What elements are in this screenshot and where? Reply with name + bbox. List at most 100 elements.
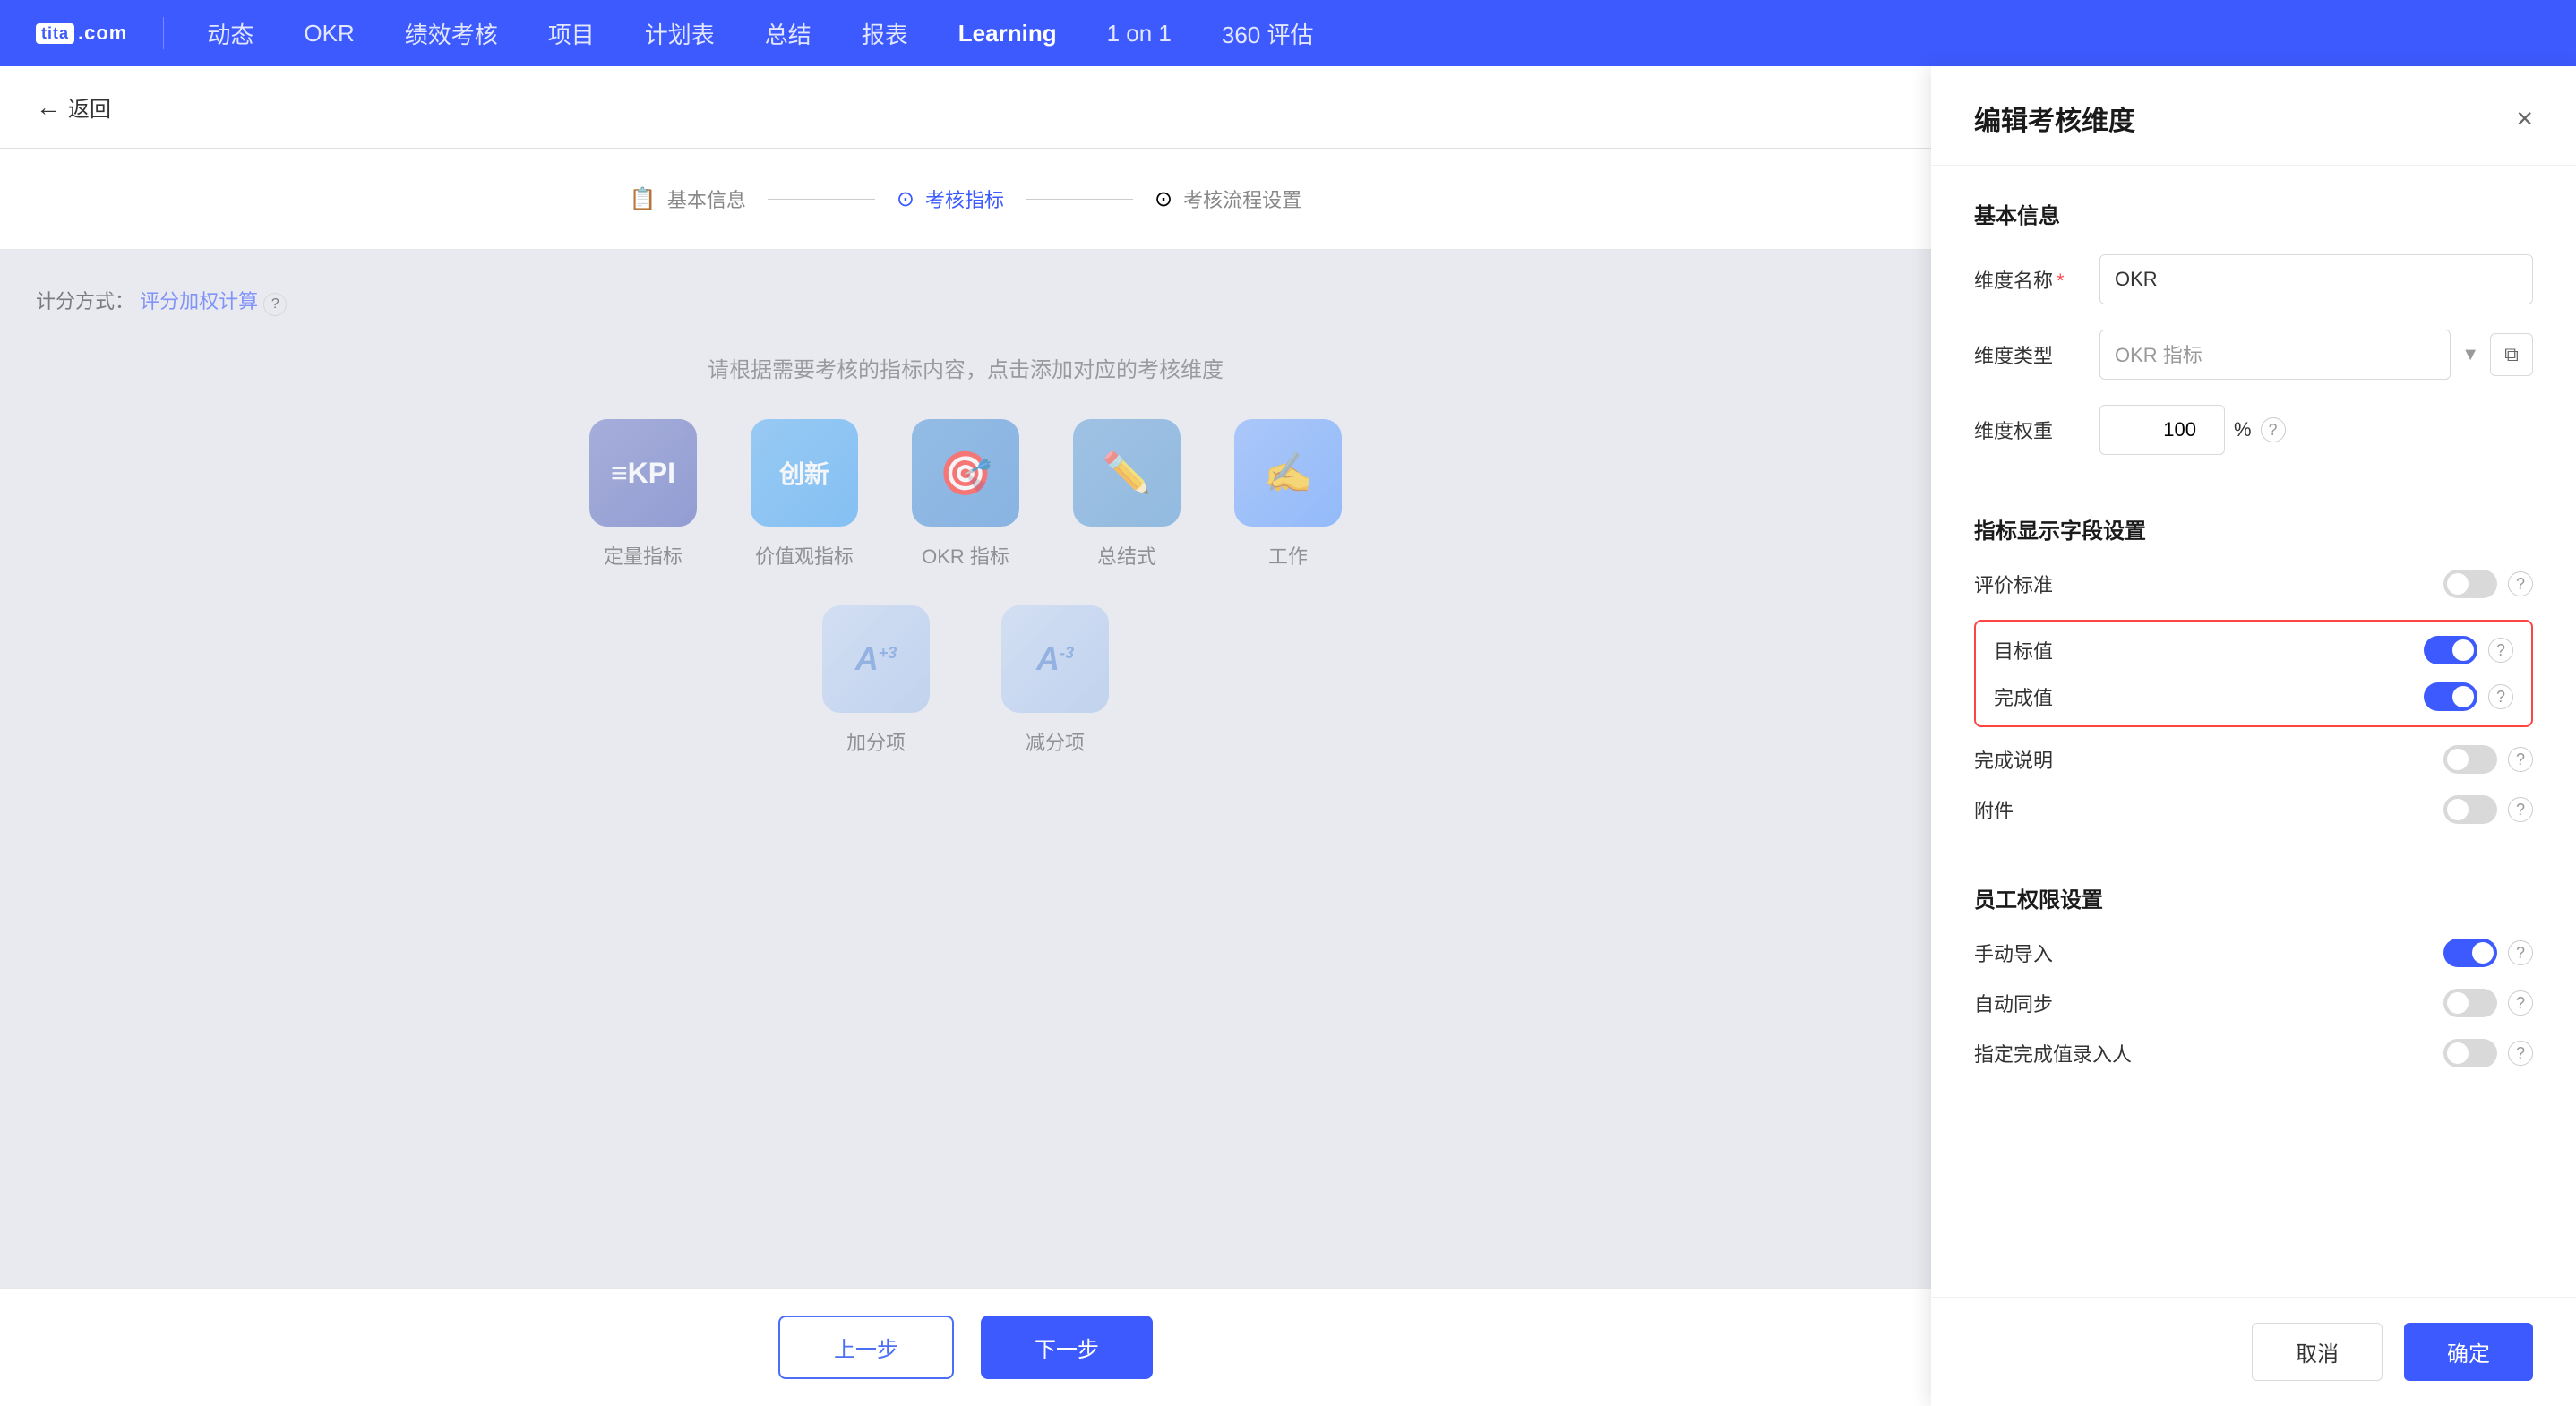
kpi-icon-label: ≡KPI [611, 457, 675, 490]
toggle-manual-label: 手动导入 [1974, 939, 2443, 967]
weight-unit: % [2234, 418, 2252, 442]
dimension-type-label: 维度类型 [1974, 340, 2099, 369]
okr-label: OKR 指标 [922, 541, 1009, 570]
dimension-name-label: 维度名称 [1974, 265, 2099, 294]
copy-icon-button[interactable]: ⧉ [2490, 333, 2533, 376]
nav-learning[interactable]: Learning [951, 16, 1064, 51]
toggle-note-help[interactable]: ? [2508, 747, 2533, 772]
cancel-button[interactable]: 取消 [2252, 1323, 2383, 1381]
jiafenxiang-label: 加分项 [846, 727, 906, 756]
chuangxin-icon-box: 创新 [751, 419, 858, 527]
nav-360[interactable]: 360 评估 [1215, 13, 1321, 54]
panel-footer: 取消 确定 [1931, 1297, 2576, 1406]
dimension-name-input[interactable] [2099, 254, 2533, 304]
toggle-attachment-wrap: ? [2443, 795, 2533, 824]
toggle-manual-wrap: ? [2443, 939, 2533, 967]
dimension-name-row: 维度名称 [1974, 254, 2533, 304]
jianfenxiang-icon-box: A-3 [1001, 605, 1109, 713]
toggle-manual-help[interactable]: ? [2508, 940, 2533, 965]
toggle-target-help[interactable]: ? [2488, 638, 2513, 663]
zongji-icon-label: ✏️ [1103, 450, 1152, 496]
next-button[interactable]: 下一步 [981, 1316, 1153, 1379]
zongji-label: 总结式 [1097, 541, 1156, 570]
prev-button[interactable]: 上一步 [778, 1316, 954, 1379]
zongji-icon-box: ✏️ [1073, 419, 1181, 527]
highlighted-toggles-box: 目标值 ? 完成值 ? [1974, 620, 2533, 727]
bottom-bar: 上一步 下一步 [0, 1288, 1931, 1406]
dimension-weight-input[interactable] [2099, 405, 2225, 455]
step-index[interactable]: ⊙ 考核指标 [897, 184, 1004, 213]
jianfenxiang-icon-label: A-3 [1036, 640, 1074, 678]
nav-xiangmu[interactable]: 项目 [541, 13, 602, 54]
nav-baobiao[interactable]: 报表 [854, 13, 915, 54]
step-basic-icon: 📋 [630, 186, 657, 212]
nav-okr[interactable]: OKR [296, 16, 361, 51]
scoring-help-icon[interactable]: ? [263, 293, 287, 316]
toggle-note-switch[interactable] [2443, 745, 2497, 774]
panel-header: 编辑考核维度 × [1931, 66, 2576, 166]
icon-grid: ≡KPI 定量指标 创新 价值观指标 🎯 OKR 指标 [36, 419, 1895, 570]
step-basic[interactable]: 📋 基本信息 [630, 184, 746, 213]
kpi-icon-box: ≡KPI [589, 419, 697, 527]
gongzuo-icon-box: ✍ [1234, 419, 1342, 527]
close-button[interactable]: × [2516, 102, 2533, 135]
logo[interactable]: tita.com [36, 21, 127, 45]
confirm-button[interactable]: 确定 [2404, 1323, 2533, 1381]
icon-item-gongzuo[interactable]: ✍ 工作 [1234, 419, 1342, 570]
toggle-completion-switch[interactable] [2424, 682, 2477, 711]
back-label: 返回 [68, 91, 111, 123]
toggle-designate-help[interactable]: ? [2508, 1041, 2533, 1066]
toggle-row-autosync: 自动同步 ? [1974, 989, 2533, 1017]
top-navigation: tita.com 动态 OKR 绩效考核 项目 计划表 总结 报表 Learni… [0, 0, 2576, 66]
toggle-evaluation-wrap: ? [2443, 570, 2533, 598]
toggle-manual-switch[interactable] [2443, 939, 2497, 967]
step-flow-icon: ⊙ [1155, 186, 1172, 212]
dimension-weight-label: 维度权重 [1974, 416, 2099, 444]
icon-item-kpi[interactable]: ≡KPI 定量指标 [589, 419, 697, 570]
jiafenxiang-icon-label: A+3 [855, 640, 897, 678]
step-flow-label: 考核流程设置 [1183, 184, 1301, 213]
step-line-2 [1026, 199, 1133, 200]
nav-zongji[interactable]: 总结 [758, 13, 819, 54]
weight-wrap: % ? [2099, 405, 2533, 455]
stepper: 📋 基本信息 ⊙ 考核指标 ⊙ 考核流程设置 [0, 149, 1931, 250]
toggle-designate-switch[interactable] [2443, 1039, 2497, 1067]
nav-jihuabiao[interactable]: 计划表 [638, 13, 722, 54]
toggle-completion-help[interactable]: ? [2488, 684, 2513, 709]
toggle-autosync-label: 自动同步 [1974, 989, 2443, 1017]
icon-item-okr[interactable]: 🎯 OKR 指标 [912, 419, 1019, 570]
icon-item-jiafenxiang[interactable]: A+3 加分项 [822, 605, 930, 756]
nav-divider [163, 17, 164, 49]
toggle-target-switch[interactable] [2424, 636, 2477, 664]
gongzuo-label: 工作 [1268, 541, 1308, 570]
jianfenxiang-label: 减分项 [1026, 727, 1085, 756]
nav-jixiao[interactable]: 绩效考核 [398, 13, 505, 54]
toggle-attachment-switch[interactable] [2443, 795, 2497, 824]
dimension-type-select[interactable]: OKR 指标 [2099, 330, 2451, 380]
okr-icon-label: 🎯 [939, 448, 992, 499]
left-content: ← 返回 📋 基本信息 ⊙ 考核指标 ⊙ 考核流程设置 计分方式： [0, 66, 1931, 1406]
dimension-type-select-wrap: OKR 指标 ▼ ⧉ [2099, 330, 2533, 380]
logo-text: tita [36, 23, 74, 44]
right-panel: 编辑考核维度 × 基本信息 维度名称 维度类型 OKR 指标 ▼ ⧉ [1931, 66, 2576, 1406]
icon-item-zongji[interactable]: ✏️ 总结式 [1073, 419, 1181, 570]
icon-item-jianfenxiang[interactable]: A-3 减分项 [1001, 605, 1109, 756]
step-index-icon: ⊙ [897, 186, 914, 212]
toggle-autosync-switch[interactable] [2443, 989, 2497, 1017]
toggle-evaluation-help[interactable]: ? [2508, 571, 2533, 596]
toggle-evaluation-switch[interactable] [2443, 570, 2497, 598]
back-bar: ← 返回 [0, 66, 1931, 149]
weight-help-icon[interactable]: ? [2261, 417, 2286, 442]
back-button[interactable]: ← 返回 [36, 91, 111, 123]
toggle-attachment-help[interactable]: ? [2508, 797, 2533, 822]
toggle-attachment-label: 附件 [1974, 795, 2443, 824]
employee-permissions-title: 员工权限设置 [1974, 882, 2533, 913]
step-flow[interactable]: ⊙ 考核流程设置 [1155, 184, 1301, 213]
toggle-target-wrap: ? [2424, 636, 2513, 664]
nav-1on1[interactable]: 1 on 1 [1100, 16, 1179, 51]
icon-item-chuangxin[interactable]: 创新 价值观指标 [751, 419, 858, 570]
toggle-autosync-help[interactable]: ? [2508, 990, 2533, 1016]
dimension-weight-row: 维度权重 % ? [1974, 405, 2533, 455]
jiafenxiang-icon-box: A+3 [822, 605, 930, 713]
nav-dongtai[interactable]: 动态 [200, 13, 261, 54]
